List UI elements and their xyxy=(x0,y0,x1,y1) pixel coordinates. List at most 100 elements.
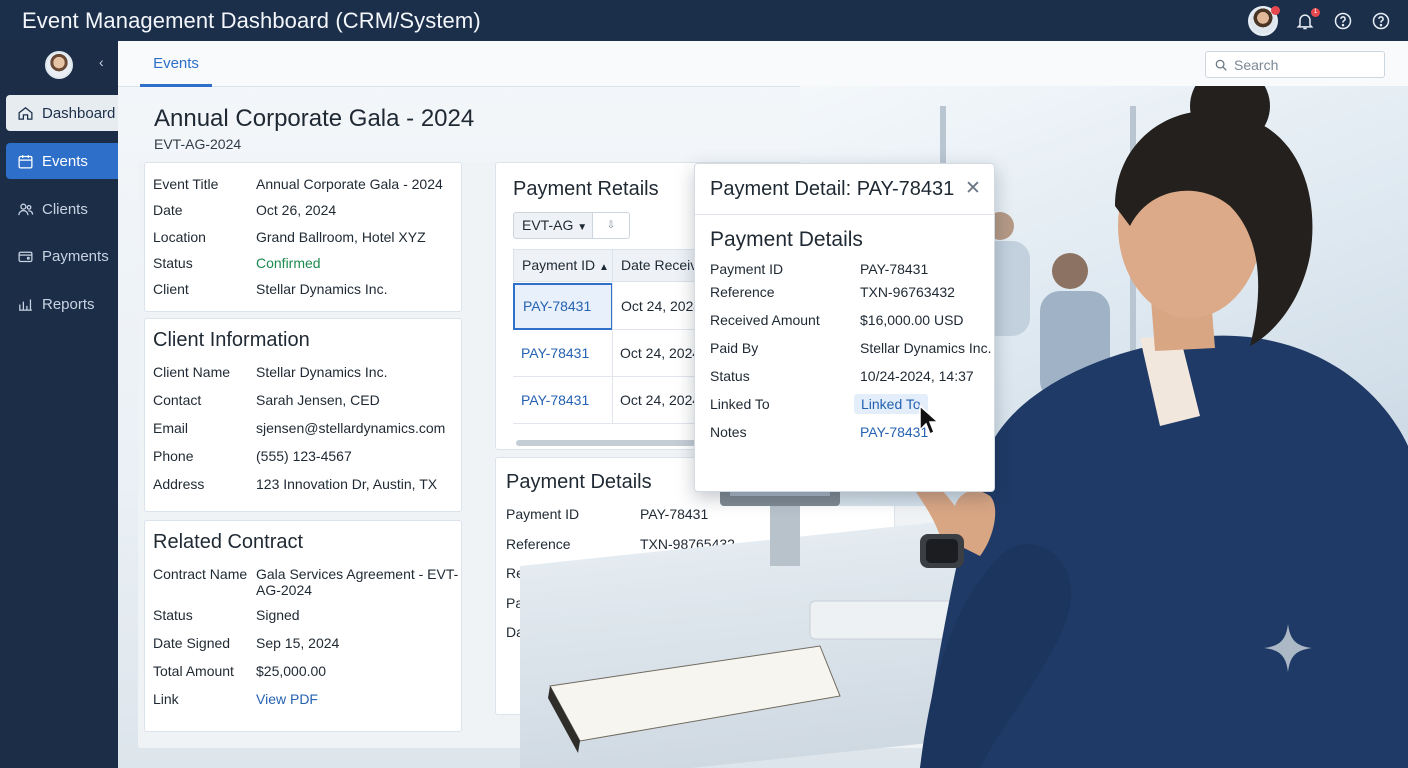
home-icon xyxy=(18,106,33,120)
field-label: Paid By xyxy=(506,595,555,611)
dialog-divider xyxy=(695,214,994,215)
event-filter-value: EVT-AG xyxy=(522,217,574,233)
client-address-value: 123 Innovation Dr, Austin, TX xyxy=(256,476,438,492)
sidebar: ‹ Dashboard Events Clients Payments Repo… xyxy=(0,41,118,768)
payment-detail-dialog: Payment Detail: PAY-78431 ✕ Payment Deta… xyxy=(694,163,995,492)
field-label: Address xyxy=(153,476,205,492)
calendar-icon xyxy=(18,154,33,169)
sparkle-icon xyxy=(1264,624,1312,672)
field-label: Linked To xyxy=(710,396,770,412)
app-title: Event Management Dashboard (CRM/System) xyxy=(22,7,481,33)
dialog-status: 10/24-2024, 14:37 xyxy=(860,368,974,384)
tab-events[interactable]: Events xyxy=(140,41,212,87)
dialog-received-amount: $16,000.00 USD xyxy=(860,312,964,328)
sidebar-item-clients[interactable]: Clients xyxy=(6,191,118,227)
field-label: Reference xyxy=(506,536,571,552)
bar-chart-icon xyxy=(19,299,32,311)
field-label: Location xyxy=(153,229,206,245)
field-label: Payment ID xyxy=(710,261,784,277)
payment-id-link[interactable]: PAY-78431 xyxy=(513,377,613,424)
sidebar-item-label: Events xyxy=(42,152,88,170)
add-event-button[interactable]: vent xyxy=(1321,107,1386,136)
search-input[interactable]: Search xyxy=(1234,57,1278,73)
view-pdf-link[interactable]: View PDF xyxy=(256,691,318,707)
top-bar: Event Management Dashboard (CRM/System) … xyxy=(0,0,1408,41)
tab-bar: Events Search xyxy=(118,41,1408,87)
user-avatar[interactable] xyxy=(1248,5,1280,36)
sidebar-item-dashboard[interactable]: Dashboard xyxy=(6,95,118,131)
event-date-value: Oct 26, 2024 xyxy=(256,202,337,218)
paid-by-value: Stellar Dynamics Inc. xyxy=(640,595,772,611)
notification-count: 1 xyxy=(1311,7,1320,17)
search-box[interactable]: Search xyxy=(1205,51,1385,78)
sidebar-item-label: Payments xyxy=(42,247,109,265)
contract-name-value-cont: AG-2024 xyxy=(256,582,313,598)
event-filter-select[interactable]: EVT-AG ▼ xyxy=(513,212,593,239)
field-label: Link xyxy=(153,691,179,707)
field-label: Contract Name xyxy=(153,566,248,582)
event-location-value: Grand Ballroom, Hotel XYZ xyxy=(256,229,426,245)
dialog-reference: TXN-96763432 xyxy=(860,284,955,300)
close-icon[interactable]: ✕ xyxy=(965,177,981,200)
payment-details-title: Payment Details xyxy=(506,471,652,493)
field-label: Received Amount xyxy=(710,312,820,328)
support-button[interactable] xyxy=(1370,10,1392,32)
event-title-value: Annual Corporate Gala - 2024 xyxy=(256,176,443,192)
dialog-payment-id: PAY-78431 xyxy=(860,261,929,277)
client-phone-value: (555) 123-4567 xyxy=(256,448,352,464)
presence-dot xyxy=(1271,5,1280,15)
client-info-title: Client Information xyxy=(153,329,310,351)
payment-retails-title: Payment Retails xyxy=(513,178,659,200)
field-label: Payment ID xyxy=(506,506,580,522)
linked-to-link[interactable]: Linked To xyxy=(854,394,928,414)
chevron-down-icon: ▼ xyxy=(577,222,588,233)
event-id: EVT-AG-2024 xyxy=(154,136,242,152)
users-icon xyxy=(18,203,34,215)
question-circle-icon xyxy=(1372,12,1390,29)
payment-id-link[interactable]: PAY-78431 xyxy=(513,283,613,330)
payment-id-link[interactable]: PAY-78431 xyxy=(513,330,613,377)
column-header-payment-id[interactable]: Payment ID ▲ xyxy=(513,249,613,282)
field-label: Client xyxy=(153,281,189,297)
field-label: Reference xyxy=(710,284,775,300)
date-signed-value: Sep 15, 2024 xyxy=(256,635,340,651)
help-button[interactable] xyxy=(1332,10,1354,32)
sidebar-avatar[interactable] xyxy=(45,51,73,79)
notifications-button[interactable]: 1 xyxy=(1294,7,1320,32)
field-label: Notes xyxy=(710,424,747,440)
sidebar-item-events[interactable]: Events xyxy=(6,143,118,179)
reference-value: TXN-98765432 xyxy=(640,536,735,552)
client-info-card: Client Information Client Name Stellar D… xyxy=(144,318,462,512)
event-client-value: Stellar Dynamics Inc. xyxy=(256,281,388,297)
top-actions: 1 xyxy=(1248,4,1392,37)
field-label: Client Name xyxy=(153,364,231,380)
chevron-left-icon[interactable]: ‹ xyxy=(99,54,104,70)
field-label: Status xyxy=(153,607,193,623)
sidebar-item-label: Clients xyxy=(42,200,88,218)
wallet-icon xyxy=(18,251,33,262)
payment-details-card: Payment Details Payment ID PAY-78431 Ref… xyxy=(495,457,895,715)
filter-icon: ⇩ xyxy=(606,220,616,231)
dialog-section-heading: Payment Details xyxy=(710,228,863,251)
sidebar-item-label: Reports xyxy=(42,295,95,313)
field-label: Event Title xyxy=(153,176,219,192)
received-amount-value: $15,000.00 USD xyxy=(640,565,744,581)
field-label: Received Amount xyxy=(506,565,616,581)
column-label: Payment ID xyxy=(522,257,596,273)
field-label: Date Signed xyxy=(153,635,231,651)
field-label: Total Amount xyxy=(153,663,234,679)
sidebar-item-reports[interactable]: Reports xyxy=(6,286,118,322)
event-info-card: Event Title Annual Corporate Gala - 2024… xyxy=(144,162,462,312)
filter-options-button[interactable]: ⇩ xyxy=(592,212,630,239)
related-contract-card: Related Contract Contract Name Gala Serv… xyxy=(144,520,462,732)
search-icon xyxy=(1215,59,1227,71)
help-circle-icon xyxy=(1334,12,1352,29)
client-email-value: sjensen@stellardynamics.com xyxy=(256,420,446,436)
mouse-cursor-icon xyxy=(919,404,940,436)
sidebar-item-payments[interactable]: Payments xyxy=(6,238,118,274)
field-label: Status xyxy=(153,255,193,271)
field-label: Status xyxy=(710,368,750,384)
contract-status-value: Signed xyxy=(256,607,300,623)
client-contact-value: Sarah Jensen, CED xyxy=(256,392,380,408)
field-label: Phone xyxy=(153,448,194,464)
